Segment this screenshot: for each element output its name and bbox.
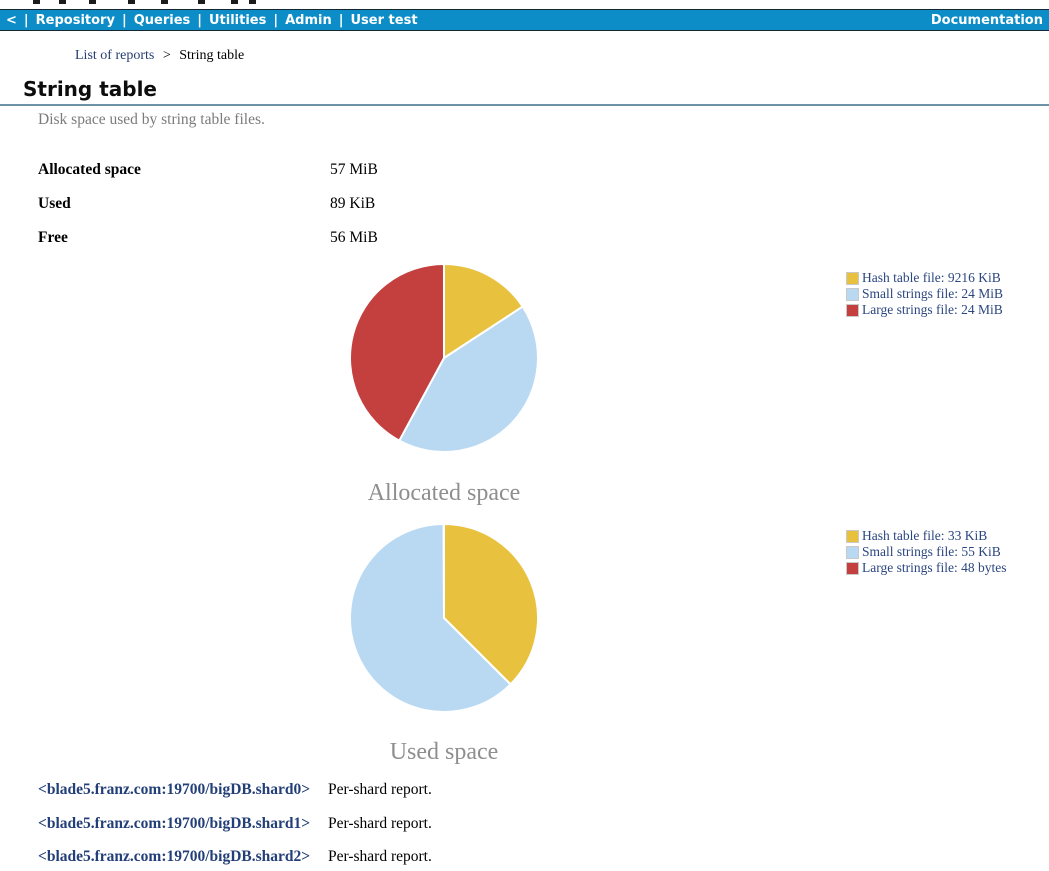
page-title: String table — [23, 79, 1049, 100]
legend-label: Small strings file: 55 KiB — [862, 544, 1001, 560]
nav-back-button[interactable]: < — [6, 13, 17, 28]
shard-row-0: <blade5.franz.com:19700/bigDB.shard0> Pe… — [0, 781, 1049, 801]
shard-row-2: <blade5.franz.com:19700/bigDB.shard2> Pe… — [0, 848, 1049, 868]
nav-item-user-test[interactable]: User test — [351, 13, 418, 28]
breadcrumb-current: String table — [179, 48, 244, 63]
summary-label: Used — [38, 195, 71, 213]
pie-chart-allocated-space — [344, 258, 544, 458]
legend-swatch-hash-table — [846, 530, 859, 543]
pie-caption-allocated-space: Allocated space — [294, 480, 594, 507]
legend-used-space: Hash table file: 33 KiB Small strings fi… — [846, 528, 1048, 576]
summary-label: Free — [38, 229, 68, 247]
nav-item-utilities[interactable]: Utilities — [209, 13, 266, 28]
nav-separator: | — [122, 13, 127, 28]
legend-swatch-hash-table — [846, 272, 859, 285]
summary-row-free: Free 56 MiB — [0, 229, 1049, 249]
summary-value: 56 MiB — [330, 229, 378, 247]
breadcrumb: List of reports > String table — [75, 48, 244, 64]
legend-item: Hash table file: 33 KiB — [846, 528, 1048, 544]
legend-swatch-large-strings — [846, 304, 859, 317]
pie-chart-used-space — [344, 518, 544, 718]
nav-item-queries[interactable]: Queries — [134, 13, 191, 28]
shard-report-text: Per-shard report. — [328, 781, 432, 799]
nav-item-documentation[interactable]: Documentation — [931, 13, 1043, 28]
summary-row-allocated-space: Allocated space 57 MiB — [0, 161, 1049, 181]
legend-swatch-small-strings — [846, 288, 859, 301]
summary-value: 89 KiB — [330, 195, 375, 213]
legend-label: Small strings file: 24 MiB — [862, 286, 1003, 302]
summary-value: 57 MiB — [330, 161, 378, 179]
pie-caption-used-space: Used space — [294, 739, 594, 766]
summary-label: Allocated space — [38, 161, 141, 179]
nav-item-repository[interactable]: Repository — [36, 13, 115, 28]
nav-separator: | — [197, 13, 202, 28]
legend-swatch-large-strings — [846, 562, 859, 575]
legend-label: Large strings file: 24 MiB — [862, 302, 1003, 318]
nav-separator: | — [339, 13, 344, 28]
shard-link-2[interactable]: <blade5.franz.com:19700/bigDB.shard2> — [38, 848, 310, 866]
legend-swatch-small-strings — [846, 546, 859, 559]
nav-left-group: < | Repository | Queries | Utilities | A… — [6, 13, 418, 28]
shard-row-1: <blade5.franz.com:19700/bigDB.shard1> Pe… — [0, 815, 1049, 835]
legend-item: Hash table file: 9216 KiB — [846, 270, 1048, 286]
shard-link-0[interactable]: <blade5.franz.com:19700/bigDB.shard0> — [38, 781, 310, 799]
legend-label: Hash table file: 9216 KiB — [862, 270, 1001, 286]
breadcrumb-link-list-of-reports[interactable]: List of reports — [75, 48, 154, 63]
legend-item: Small strings file: 55 KiB — [846, 544, 1048, 560]
summary-row-used: Used 89 KiB — [0, 195, 1049, 215]
heading-block: String table — [0, 79, 1049, 106]
legend-allocated-space: Hash table file: 9216 KiB Small strings … — [846, 270, 1048, 318]
legend-item: Small strings file: 24 MiB — [846, 286, 1048, 302]
legend-label: Large strings file: 48 bytes — [862, 560, 1006, 576]
top-navigation-bar: < | Repository | Queries | Utilities | A… — [0, 9, 1049, 31]
legend-item: Large strings file: 24 MiB — [846, 302, 1048, 318]
shard-report-text: Per-shard report. — [328, 815, 432, 833]
shard-report-text: Per-shard report. — [328, 848, 432, 866]
nav-separator: | — [24, 13, 29, 28]
shard-link-1[interactable]: <blade5.franz.com:19700/bigDB.shard1> — [38, 815, 310, 833]
clipped-text-fragment — [33, 0, 40, 4]
nav-item-admin[interactable]: Admin — [285, 13, 332, 28]
breadcrumb-separator: > — [163, 48, 171, 63]
page-subtitle: Disk space used by string table files. — [38, 111, 265, 129]
legend-item: Large strings file: 48 bytes — [846, 560, 1048, 576]
nav-separator: | — [273, 13, 278, 28]
legend-label: Hash table file: 33 KiB — [862, 528, 987, 544]
